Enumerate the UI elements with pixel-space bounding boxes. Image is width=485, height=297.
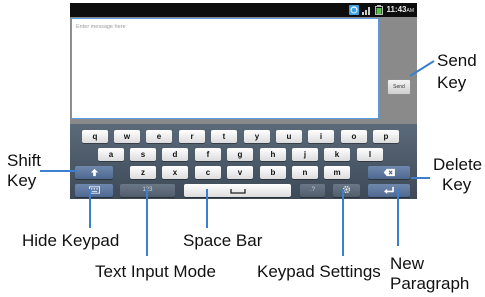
callout-lines xyxy=(40,60,435,256)
delete-key-callout: Delete Key xyxy=(433,155,482,195)
new-paragraph-callout-line2: Paragraph xyxy=(390,274,470,293)
keypad-settings-callout: Keypad Settings xyxy=(257,262,381,281)
send-key-callout-line1: Send xyxy=(437,51,477,70)
shift-key-callout: Shift Key xyxy=(7,151,41,191)
new-paragraph-callout: New Paragraph xyxy=(390,254,469,294)
send-key-callout-line2: Key xyxy=(437,73,467,92)
new-paragraph-callout-line1: New xyxy=(390,254,425,273)
send-key-callout-line xyxy=(409,60,435,77)
send-key-callout: Send Key xyxy=(437,51,477,93)
hide-keypad-callout: Hide Keypad xyxy=(22,231,120,250)
delete-key-callout-line2: Key xyxy=(442,175,472,194)
delete-key-callout-line1: Delete xyxy=(433,155,483,174)
text-input-mode-callout: Text Input Mode xyxy=(95,262,216,281)
shift-key-callout-line1: Shift xyxy=(7,151,42,170)
space-bar-callout: Space Bar xyxy=(183,231,263,250)
shift-key-callout-line2: Key xyxy=(7,171,37,190)
